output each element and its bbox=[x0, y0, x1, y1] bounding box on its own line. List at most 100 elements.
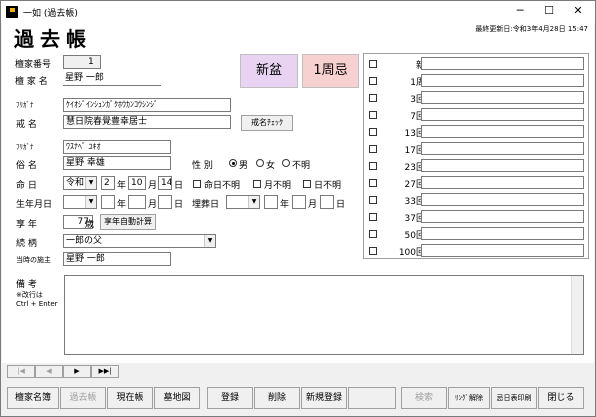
shinki-touroku-button[interactable]: 新規登録 bbox=[301, 387, 347, 409]
burial-month-unit: 月 bbox=[308, 200, 318, 210]
kakocho-button[interactable]: 過去帳 bbox=[60, 387, 106, 409]
zokumyo-input[interactable]: 星野 幸雄 bbox=[63, 156, 171, 170]
day-unknown-label: 日不明 bbox=[314, 181, 342, 191]
link-kaijo-button[interactable]: ﾘﾝｸﾞ解除 bbox=[448, 387, 490, 409]
year-input[interactable]: 2 bbox=[101, 176, 115, 190]
kaiki-checkbox[interactable] bbox=[369, 213, 377, 221]
era-select[interactable]: 令和 ▼ bbox=[63, 176, 97, 190]
app-window: 一如 (過去帳) ─ ☐ ✕ 過去帳 最終更新日:令和3年4月28日 15:47… bbox=[0, 0, 596, 417]
meinichi-label: 命 日 bbox=[16, 181, 37, 191]
bochizu-button[interactable]: 墓地図 bbox=[154, 387, 200, 409]
birth-month-unit: 月 bbox=[148, 200, 158, 210]
age-calc-button[interactable]: 享年自動計算 bbox=[100, 214, 156, 230]
gender-label: 性 別 bbox=[192, 161, 213, 171]
kaiki-checkbox[interactable] bbox=[369, 196, 377, 204]
bikou-label: 備 考 bbox=[16, 280, 37, 290]
kaiki-input[interactable] bbox=[421, 210, 584, 223]
shinbon-button[interactable]: 新盆 bbox=[240, 54, 298, 88]
day-unknown-checkbox[interactable] bbox=[303, 180, 311, 188]
sakujo-button[interactable]: 削除 bbox=[254, 387, 300, 409]
relation-label: 続 柄 bbox=[16, 239, 37, 249]
kaiki-input[interactable] bbox=[421, 57, 584, 70]
kaiki-row: 3回忌 bbox=[364, 91, 590, 105]
kaiki-row: 23回忌 bbox=[364, 159, 590, 173]
month-unknown-checkbox[interactable] bbox=[253, 180, 261, 188]
danka-meibo-button[interactable]: 檀家名簿 bbox=[7, 387, 59, 409]
birth-year-unit: 年 bbox=[117, 200, 127, 210]
year-unit: 年 bbox=[117, 181, 127, 191]
window-title: 一如 (過去帳) bbox=[23, 9, 78, 19]
birth-day-unit: 日 bbox=[174, 200, 184, 210]
day-input[interactable]: 14 bbox=[158, 176, 172, 190]
gender-female-radio[interactable] bbox=[256, 159, 264, 167]
minimize-button[interactable]: ─ bbox=[506, 1, 534, 23]
danka-no-field[interactable]: 1 bbox=[63, 55, 101, 69]
prev-record-button[interactable]: ◀ bbox=[35, 365, 63, 378]
close-button[interactable]: 閉じる bbox=[538, 387, 584, 409]
isshuki-button[interactable]: 1周忌 bbox=[302, 54, 359, 88]
kaiki-checkbox[interactable] bbox=[369, 230, 377, 238]
maximize-button[interactable]: ☐ bbox=[535, 1, 563, 23]
kaimyo-check-button[interactable]: 戒名ﾁｪｯｸ bbox=[241, 115, 293, 131]
kaiki-row: 1周忌 bbox=[364, 74, 590, 88]
kaiki-input[interactable] bbox=[421, 91, 584, 104]
furigana-kaimyo-input[interactable]: ｹｲｵｼﾞｲﾝｼｭﾝｶﾞｸﾎｳｶﾝｺｳｼﾝｼﾞ bbox=[63, 98, 231, 112]
gender-male-radio[interactable] bbox=[229, 159, 237, 167]
first-record-button[interactable]: |◀ bbox=[7, 365, 35, 378]
blank-button[interactable] bbox=[348, 387, 396, 409]
kaiki-input[interactable] bbox=[421, 159, 584, 172]
kensaku-button[interactable]: 検索 bbox=[401, 387, 447, 409]
genzaicho-button[interactable]: 現在帳 bbox=[107, 387, 153, 409]
close-window-button[interactable]: ✕ bbox=[564, 1, 592, 23]
next-record-button[interactable]: ▶ bbox=[63, 365, 91, 378]
birth-year-input[interactable] bbox=[101, 195, 115, 209]
birth-era-select[interactable]: ▼ bbox=[63, 195, 97, 209]
kaiki-checkbox[interactable] bbox=[369, 77, 377, 85]
kaiki-input[interactable] bbox=[421, 74, 584, 87]
gender-unknown-radio[interactable] bbox=[282, 159, 290, 167]
kaiki-print-button[interactable]: 忌日表印刷 bbox=[491, 387, 537, 409]
burial-era-select[interactable]: ▼ bbox=[226, 195, 260, 209]
burial-day-unit: 日 bbox=[336, 200, 346, 210]
relation-select[interactable]: 一郎の父 ▼ bbox=[63, 234, 216, 248]
bikou-scrollbar[interactable] bbox=[571, 276, 583, 354]
burial-year-input[interactable] bbox=[264, 195, 278, 209]
bikou-textarea[interactable] bbox=[64, 275, 584, 355]
kaiki-row: 7回忌 bbox=[364, 108, 590, 122]
kaiki-checkbox[interactable] bbox=[369, 247, 377, 255]
kaiki-input[interactable] bbox=[421, 244, 584, 257]
kaiki-checkbox[interactable] bbox=[369, 94, 377, 102]
birth-day-input[interactable] bbox=[158, 195, 172, 209]
kaiki-input[interactable] bbox=[421, 108, 584, 121]
burial-year-unit: 年 bbox=[280, 200, 290, 210]
kaiki-checkbox[interactable] bbox=[369, 111, 377, 119]
month-input[interactable]: 10 bbox=[128, 176, 146, 190]
burial-month-input[interactable] bbox=[292, 195, 306, 209]
month-unit: 月 bbox=[148, 181, 158, 191]
kaiki-input[interactable] bbox=[421, 125, 584, 138]
chevron-down-icon: ▼ bbox=[248, 196, 259, 208]
meinichi-unknown-checkbox[interactable] bbox=[193, 180, 201, 188]
kaiki-input[interactable] bbox=[421, 142, 584, 155]
kaiki-checkbox[interactable] bbox=[369, 128, 377, 136]
chevron-down-icon: ▼ bbox=[85, 177, 96, 189]
zokumyo-label: 俗 名 bbox=[16, 161, 37, 171]
kaiki-input[interactable] bbox=[421, 227, 584, 240]
kaiki-checkbox[interactable] bbox=[369, 60, 377, 68]
kaiki-checkbox[interactable] bbox=[369, 179, 377, 187]
kaiki-checkbox[interactable] bbox=[369, 162, 377, 170]
kaiki-input[interactable] bbox=[421, 176, 584, 189]
kaiki-panel: 新盆 1周忌 3回忌 7回忌 13回忌 17回忌 23回忌 27回忌 33回忌 … bbox=[363, 53, 589, 259]
kaiki-input[interactable] bbox=[421, 193, 584, 206]
kaimyo-input[interactable]: 慧日院春覺豊幸居士 bbox=[63, 115, 231, 129]
kaiki-checkbox[interactable] bbox=[369, 145, 377, 153]
touroku-button[interactable]: 登録 bbox=[207, 387, 253, 409]
sesyu-input[interactable]: 星野 一郎 bbox=[63, 252, 171, 266]
danka-name-field: 星野 一郎 bbox=[63, 72, 161, 86]
burial-day-input[interactable] bbox=[320, 195, 334, 209]
last-record-button[interactable]: ▶▶| bbox=[91, 365, 119, 378]
era-value: 令和 bbox=[66, 178, 85, 188]
chevron-down-icon: ▼ bbox=[85, 196, 96, 208]
furigana-zokumyo-input[interactable]: ﾜｽﾅﾍﾞ ﾕｷｵ bbox=[63, 140, 171, 154]
birth-month-input[interactable] bbox=[128, 195, 146, 209]
